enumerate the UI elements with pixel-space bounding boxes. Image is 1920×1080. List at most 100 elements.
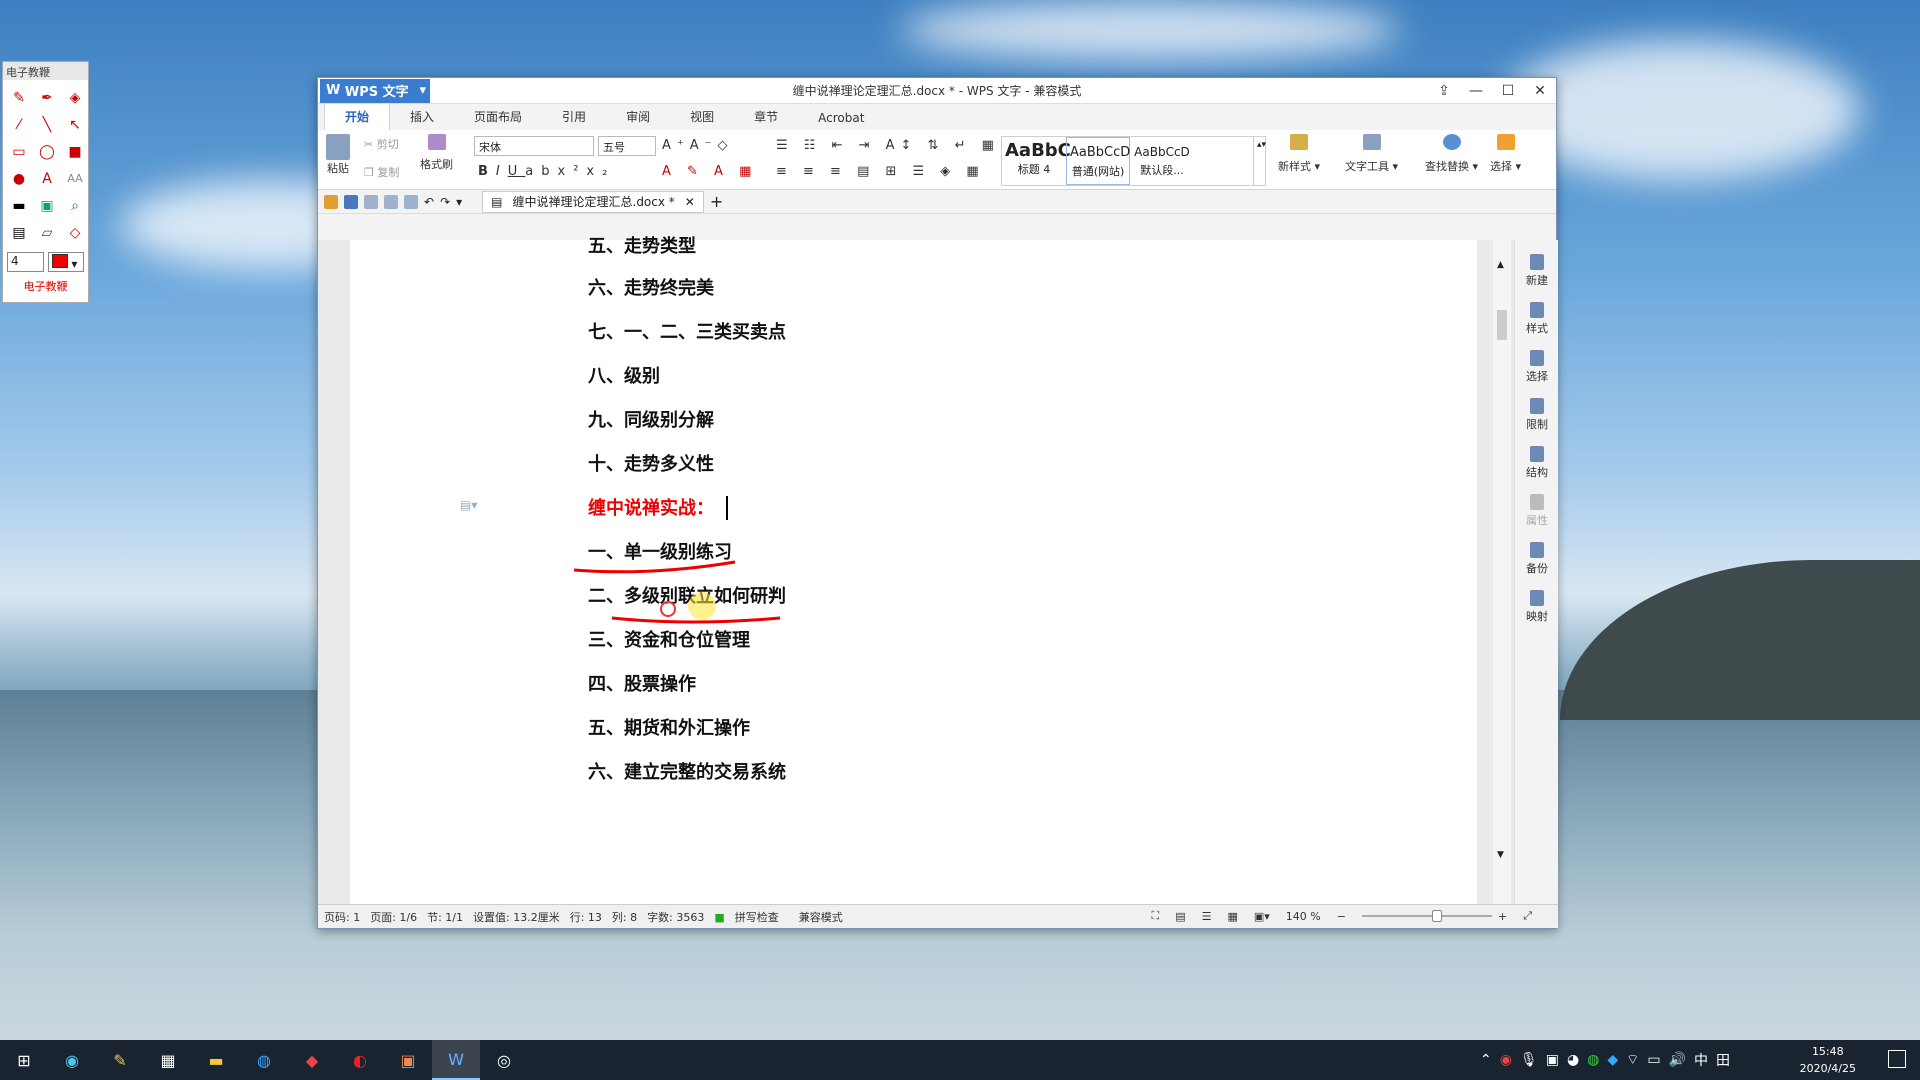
start-button[interactable]: ⊞ xyxy=(0,1040,48,1080)
line-icon[interactable]: ╲ xyxy=(33,111,61,138)
new-style-button[interactable]: 新样式 ▾ xyxy=(1278,134,1320,174)
pointer-tool-icon[interactable]: ✎ xyxy=(96,1040,144,1080)
font-format-buttons[interactable]: BIUabx²x₂ xyxy=(478,164,615,179)
color-select[interactable]: ▾ xyxy=(47,252,84,272)
tab-page-layout[interactable]: 页面布局 xyxy=(454,103,542,130)
document-page[interactable]: 五、走势类型 六、走势终完美 七、一、二、三类买卖点 八、级别 九、同级别分解 … xyxy=(350,236,1477,904)
wps-writer-taskbar-icon[interactable]: W xyxy=(432,1040,480,1080)
qq-icon[interactable]: ◕ xyxy=(1567,1052,1579,1068)
chevron-down-icon[interactable]: ▾ xyxy=(456,195,462,209)
tab-references[interactable]: 引用 xyxy=(542,103,606,130)
tab-review[interactable]: 审阅 xyxy=(606,103,670,130)
zoom-slider[interactable] xyxy=(1361,910,1492,922)
recorder-icon[interactable]: ◎ xyxy=(480,1040,528,1080)
style-scroll[interactable]: ▴▾ xyxy=(1253,137,1266,185)
open-icon[interactable] xyxy=(324,194,338,209)
pen-icon[interactable]: ✒ xyxy=(33,84,61,111)
font-name-select[interactable]: 宋体 xyxy=(474,136,594,156)
side-structure[interactable]: 结构 xyxy=(1515,446,1559,480)
zoom-in-icon[interactable]: + xyxy=(1498,910,1507,923)
fullscreen-view-icon[interactable]: ⛶ xyxy=(1151,909,1159,923)
redo-icon[interactable]: ↷ xyxy=(440,195,450,209)
presentation-icon[interactable]: ▣ xyxy=(384,1040,432,1080)
side-restrict[interactable]: 限制 xyxy=(1515,398,1559,432)
zoom-slider-thumb[interactable] xyxy=(1431,910,1442,922)
minimize-button[interactable]: — xyxy=(1460,78,1492,104)
system-clock[interactable]: 15:48 2020/4/25 xyxy=(1800,1043,1856,1077)
teaching-pointer-tool[interactable]: 电子教鞭 ✎ ✒ ◈ ⁄ ╲ ↖ ▭ ◯ ■ ● A AA ▬ ▣ ⌕ ▤ ▱ … xyxy=(2,61,89,303)
strikethrough-icon[interactable]: ab xyxy=(525,164,557,179)
tab-insert[interactable]: 插入 xyxy=(390,103,454,130)
font-color-icons[interactable]: A ✎ A ▦ xyxy=(662,164,757,179)
arrow-icon[interactable]: ↖ xyxy=(61,111,89,138)
scroll-thumb[interactable] xyxy=(1497,310,1507,340)
font-size-grow-icons[interactable]: A⁺A⁻◇ xyxy=(662,138,734,153)
style-default-paragraph[interactable]: AaBbCcD 默认段... xyxy=(1130,137,1194,185)
undo-icon[interactable]: ↶ xyxy=(424,195,434,209)
superscript-icon[interactable]: x² xyxy=(558,164,587,179)
diamond-icon[interactable]: ◇ xyxy=(61,219,89,246)
network-icon[interactable]: ⌔ xyxy=(1626,1051,1639,1069)
marker-icon[interactable]: ⁄ xyxy=(5,111,33,138)
rectangle-icon[interactable]: ▭ xyxy=(5,138,33,165)
battery-icon[interactable]: ▭ xyxy=(1647,1052,1660,1068)
ime-mode-icon[interactable]: 田 xyxy=(1716,1050,1730,1070)
bold-icon[interactable]: B xyxy=(478,164,496,179)
vertical-scrollbar[interactable]: ▲ ▼ xyxy=(1493,240,1511,904)
page-view-icon[interactable]: ▤ xyxy=(1175,910,1185,923)
screenshot-icon[interactable]: ▣ xyxy=(33,192,61,219)
font-size-icon[interactable]: AA xyxy=(61,165,89,192)
select-button[interactable]: 选择 ▾ xyxy=(1490,134,1521,174)
notification-center-icon[interactable] xyxy=(1888,1050,1906,1068)
tray-app-icon[interactable]: ▣ xyxy=(1546,1052,1559,1068)
side-select[interactable]: 选择 xyxy=(1515,350,1559,384)
save-icon[interactable]: ▤ xyxy=(5,219,33,246)
eraser-icon[interactable]: ✎ xyxy=(5,84,33,111)
red-app-icon[interactable]: ◐ xyxy=(336,1040,384,1080)
italic-icon[interactable]: I xyxy=(496,164,508,179)
side-backup[interactable]: 备份 xyxy=(1515,542,1559,576)
format-painter-button[interactable]: 格式刷 xyxy=(420,134,453,172)
save-icon[interactable] xyxy=(344,194,358,209)
side-properties[interactable]: 属性 xyxy=(1515,494,1559,528)
paste-button[interactable]: 粘贴 xyxy=(326,134,350,176)
mic-icon[interactable]: 🎙 xyxy=(1520,1052,1538,1068)
clear-icon[interactable]: ◈ xyxy=(61,84,89,111)
scroll-up-icon[interactable]: ▲ xyxy=(1497,260,1504,270)
new-tab-icon[interactable]: + xyxy=(710,192,723,211)
text-tools-button[interactable]: 文字工具 ▾ xyxy=(1345,134,1398,174)
tray-expand-icon[interactable]: ⌃ xyxy=(1480,1052,1492,1068)
paragraph-menu-icon[interactable]: ▤▾ xyxy=(460,498,477,512)
filled-ellipse-icon[interactable]: ● xyxy=(5,165,33,192)
style-normal-web[interactable]: AaBbCcD 普通(网站) xyxy=(1066,137,1130,185)
cut-button[interactable]: ✂ 剪切 xyxy=(364,136,399,152)
maximize-button[interactable]: ☐ xyxy=(1492,78,1524,104)
qq-browser-icon[interactable]: ◍ xyxy=(240,1040,288,1080)
file-explorer-icon[interactable]: ▬ xyxy=(192,1040,240,1080)
copy-button[interactable]: ❐ 复制 xyxy=(364,164,399,180)
close-button[interactable]: ✕ xyxy=(1524,78,1556,104)
wechat-icon[interactable]: ◍ xyxy=(1587,1052,1599,1068)
highlight-bar-icon[interactable]: ▬ xyxy=(5,192,33,219)
export-pdf-icon[interactable] xyxy=(364,194,378,209)
tab-home[interactable]: 开始 xyxy=(324,102,391,130)
text-icon[interactable]: A xyxy=(33,165,61,192)
scroll-down-icon[interactable]: ▼ xyxy=(1497,850,1504,860)
open-folder-icon[interactable]: ▱ xyxy=(33,219,61,246)
tab-acrobat[interactable]: Acrobat xyxy=(798,106,884,130)
status-words[interactable]: 字数: 3563 xyxy=(647,909,704,925)
zoom-out-icon[interactable]: − xyxy=(1337,910,1346,923)
volume-icon[interactable]: 🔊 xyxy=(1669,1052,1686,1068)
list-buttons[interactable]: ☰ ☷ ⇤ ⇥ A↕ ⇅ ↵ ▦ xyxy=(776,138,1000,153)
document-tab[interactable]: ▤ 缠中说禅理论定理汇总.docx * ✕ xyxy=(482,190,704,213)
restore-skin-icon[interactable]: ⇪ xyxy=(1428,78,1460,104)
find-replace-button[interactable]: 查找替换 ▾ xyxy=(1425,134,1478,174)
side-mapping[interactable]: 映射 xyxy=(1515,590,1559,624)
font-size-select[interactable]: 五号 xyxy=(598,136,656,156)
print-preview-icon[interactable] xyxy=(404,194,418,209)
close-tab-icon[interactable]: ✕ xyxy=(685,195,695,209)
magnifier-icon[interactable]: ⌕ xyxy=(61,192,89,219)
outline-view-icon[interactable]: ☰ xyxy=(1202,910,1212,923)
print-icon[interactable] xyxy=(384,194,398,209)
style-heading4[interactable]: AaBbC 标题 4 xyxy=(1002,137,1071,185)
